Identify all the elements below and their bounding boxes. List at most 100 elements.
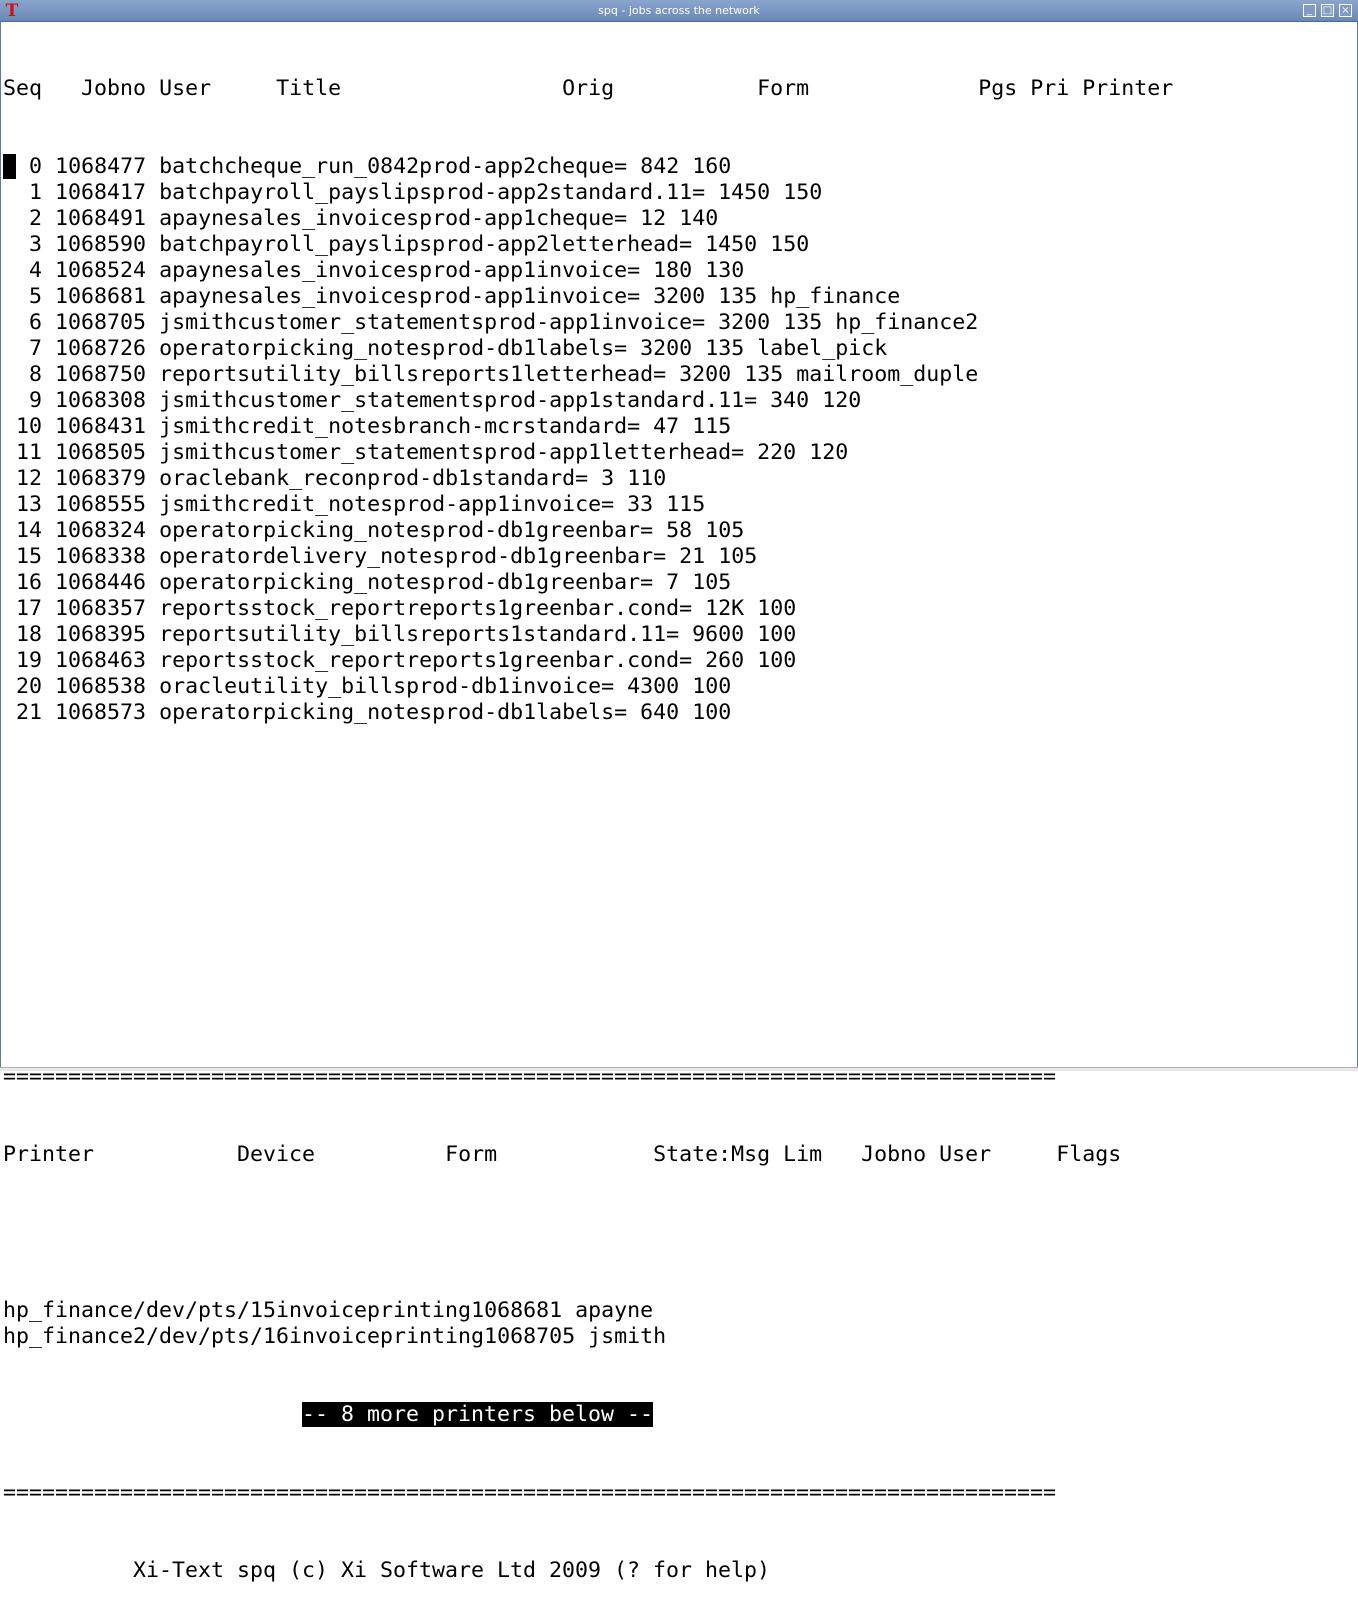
job-number: 1068379 — [55, 466, 147, 491]
job-row[interactable]: 18 1068395 reportsutility_billsreports1s… — [3, 622, 1173, 648]
job-form-equals: = — [627, 258, 641, 283]
job-title: credit_notes — [237, 492, 394, 517]
job-row[interactable]: 5 1068681 apaynesales_invoicesprod-app1i… — [3, 284, 1173, 310]
job-form-equals: = — [640, 518, 654, 543]
job-title: stock_report — [250, 596, 407, 621]
job-origin: prod-db1 — [432, 336, 537, 361]
col-header-user: User — [159, 76, 212, 101]
separator-bottom: ========================================… — [3, 1480, 1057, 1505]
job-origin: prod-app1 — [484, 310, 602, 335]
more-printers-notice[interactable]: -- 8 more printers below -- — [302, 1402, 654, 1427]
job-seq: 11 — [16, 440, 43, 465]
job-row[interactable]: 12 1068379 oraclebank_reconprod-db1stand… — [3, 466, 1173, 492]
job-title: payroll_payslips — [224, 232, 433, 257]
job-user: jsmith — [159, 492, 238, 517]
job-pages: 3200 — [718, 310, 771, 335]
job-form-equals: = — [666, 622, 680, 647]
job-number: 1068590 — [55, 232, 147, 257]
job-row[interactable]: 10 1068431 jsmithcredit_notesbranch-mcrs… — [3, 414, 1173, 440]
job-form-equals: = — [744, 388, 758, 413]
job-row[interactable]: 19 1068463 reportsstock_reportreports1gr… — [3, 648, 1173, 674]
job-number: 1068726 — [55, 336, 147, 361]
job-pages: 1450 — [705, 232, 758, 257]
job-row[interactable]: 17 1068357 reportsstock_reportreports1gr… — [3, 596, 1173, 622]
job-seq: 0 — [29, 154, 43, 179]
job-row[interactable]: 8 1068750 reportsutility_billsreports1le… — [3, 362, 1173, 388]
job-row[interactable]: 7 1068726 operatorpicking_notesprod-db1l… — [3, 336, 1173, 362]
printer-col-header-state: State:Msg Lim — [653, 1142, 823, 1167]
job-seq: 7 — [29, 336, 43, 361]
job-number: 1068417 — [55, 180, 147, 205]
job-user: jsmith — [159, 414, 238, 439]
minimize-icon[interactable]: _ — [1303, 4, 1316, 17]
job-row[interactable]: 14 1068324 operatorpicking_notesprod-db1… — [3, 518, 1173, 544]
job-row[interactable]: 13 1068555 jsmithcredit_notesprod-app1in… — [3, 492, 1173, 518]
job-row[interactable]: 21 1068573 operatorpicking_notesprod-db1… — [3, 700, 1173, 726]
col-header-jobno: Jobno — [81, 76, 147, 101]
job-priority: 105 — [718, 544, 758, 569]
job-user: apayne — [159, 284, 238, 309]
job-seq: 18 — [16, 622, 43, 647]
job-origin: reports1 — [406, 648, 511, 673]
job-title: stock_report — [250, 648, 407, 673]
printer-form: invoice — [289, 1324, 381, 1349]
job-title: picking_notes — [263, 518, 433, 543]
job-seq: 6 — [29, 310, 43, 335]
job-pages: 21 — [679, 544, 706, 569]
job-seq: 2 — [29, 206, 43, 231]
printer-col-header-device: Device — [237, 1142, 316, 1167]
job-form: greenbar — [536, 570, 641, 595]
terminal-screen[interactable]: Seq Jobno User Title Orig Form Pgs Pri P… — [3, 24, 1173, 1610]
job-form: standard.11 — [549, 180, 693, 205]
job-user: oracle — [159, 466, 238, 491]
job-priority: 120 — [809, 440, 849, 465]
job-number: 1068357 — [55, 596, 147, 621]
printer-list[interactable]: hp_finance/dev/pts/15invoiceprinting1068… — [3, 1298, 1173, 1350]
empty-row — [3, 960, 1173, 986]
job-pages: 3200 — [653, 284, 706, 309]
job-row[interactable]: 11 1068505 jsmithcustomer_statementsprod… — [3, 440, 1173, 466]
job-form: invoice — [601, 310, 693, 335]
job-row[interactable]: 2 1068491 apaynesales_invoicesprod-app1c… — [3, 206, 1173, 232]
job-row[interactable]: 16 1068446 operatorpicking_notesprod-db1… — [3, 570, 1173, 596]
job-form-equals: = — [627, 414, 641, 439]
printer-row[interactable]: hp_finance/dev/pts/15invoiceprinting1068… — [3, 1298, 1173, 1324]
job-pages: 9600 — [692, 622, 745, 647]
maximize-icon[interactable]: □ — [1321, 4, 1334, 17]
job-row[interactable]: 4 1068524 apaynesales_invoicesprod-app1i… — [3, 258, 1173, 284]
job-pages: 180 — [653, 258, 693, 283]
empty-row — [3, 908, 1173, 934]
close-icon[interactable]: × — [1339, 4, 1352, 17]
job-number: 1068446 — [55, 570, 147, 595]
separator-top: ========================================… — [3, 1064, 1057, 1089]
job-pages: 7 — [666, 570, 680, 595]
printer-user: jsmith — [588, 1324, 667, 1349]
job-row[interactable]: 0 1068477 batchcheque_run_0842prod-app2c… — [3, 154, 1173, 180]
job-seq: 21 — [16, 700, 43, 725]
job-row[interactable]: 3 1068590 batchpayroll_payslipsprod-app2… — [3, 232, 1173, 258]
job-user: apayne — [159, 206, 238, 231]
job-pages: 340 — [770, 388, 810, 413]
job-number: 1068308 — [55, 388, 147, 413]
printer-row[interactable]: hp_finance2/dev/pts/16invoiceprinting106… — [3, 1324, 1173, 1350]
job-user: apayne — [159, 258, 238, 283]
window-titlebar[interactable]: T spq - jobs across the network _ □ × — [0, 0, 1358, 22]
job-row[interactable]: 1 1068417 batchpayroll_payslipsprod-app2… — [3, 180, 1173, 206]
job-row[interactable]: 9 1068308 jsmithcustomer_statementsprod-… — [3, 388, 1173, 414]
job-row[interactable]: 6 1068705 jsmithcustomer_statementsprod-… — [3, 310, 1173, 336]
job-seq: 15 — [16, 544, 43, 569]
printer-jobno: 1068705 — [484, 1324, 576, 1349]
job-origin: prod-db1 — [406, 674, 511, 699]
job-origin: prod-app2 — [432, 180, 550, 205]
job-form: letterhead — [601, 440, 732, 465]
job-form-equals: = — [692, 310, 706, 335]
job-list[interactable]: 0 1068477 batchcheque_run_0842prod-app2c… — [3, 154, 1173, 726]
job-user: jsmith — [159, 440, 238, 465]
job-user: operator — [159, 518, 264, 543]
job-form: invoice — [536, 258, 628, 283]
job-title: picking_notes — [263, 700, 433, 725]
job-form: standard — [523, 414, 628, 439]
printer-device: /dev/pts/15 — [133, 1298, 277, 1323]
job-row[interactable]: 15 1068338 operatordelivery_notesprod-db… — [3, 544, 1173, 570]
job-row[interactable]: 20 1068538 oracleutility_billsprod-db1in… — [3, 674, 1173, 700]
